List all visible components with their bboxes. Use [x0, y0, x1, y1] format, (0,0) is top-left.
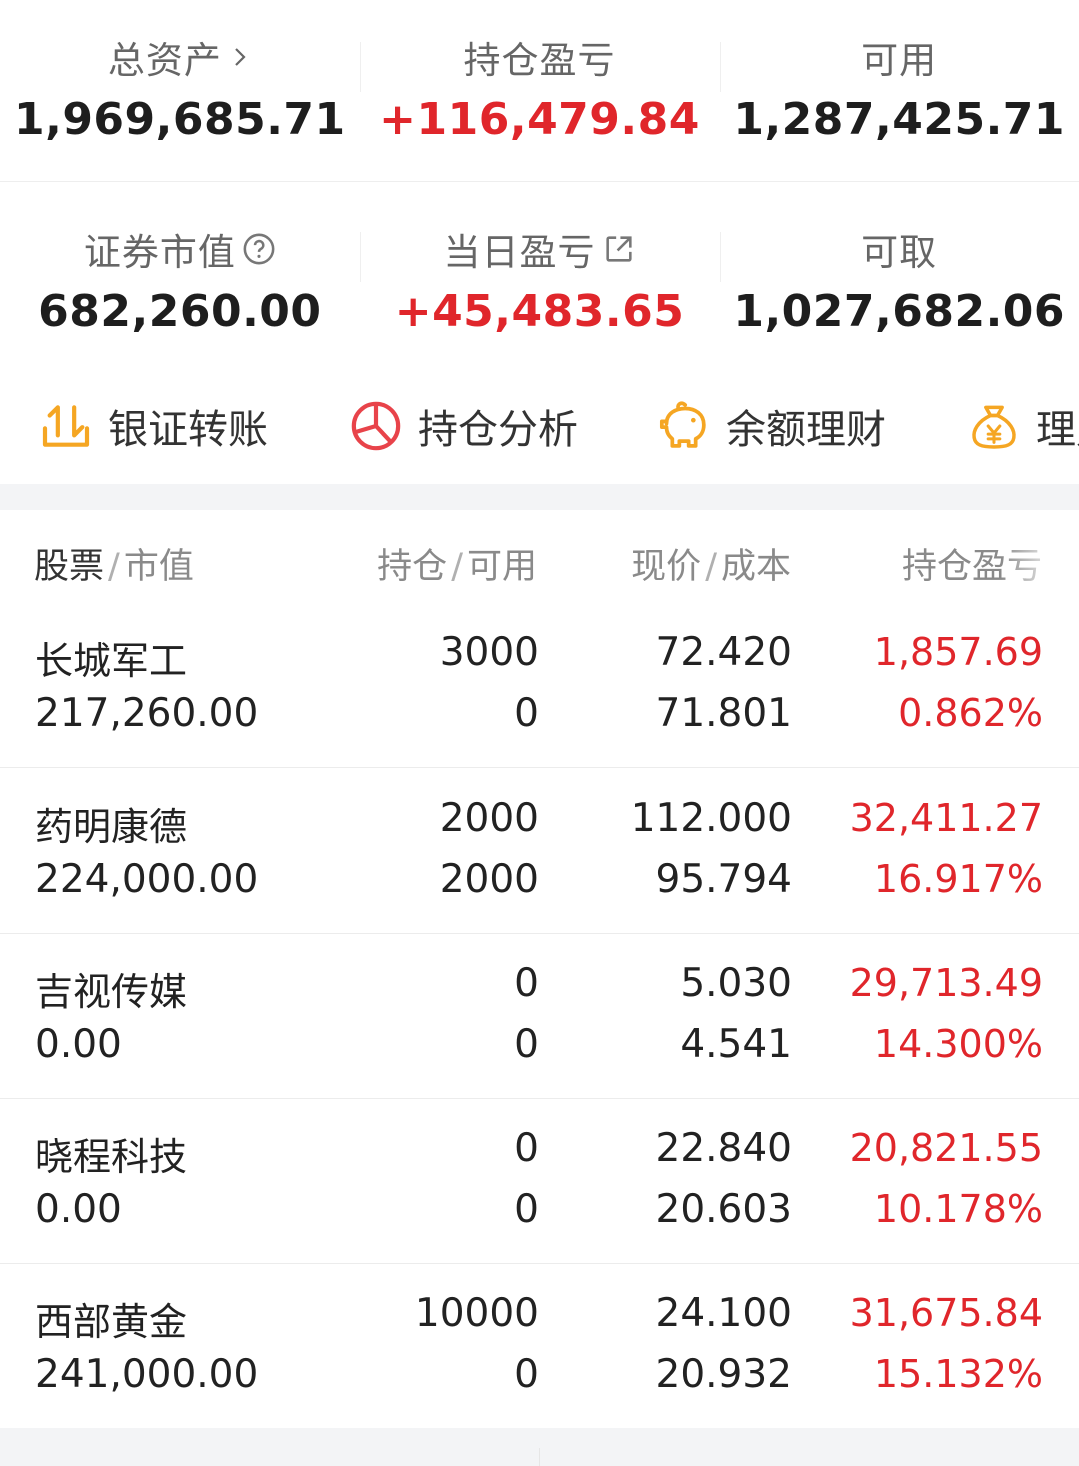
summary-row-1: 总资产 1,969,685.71 持仓盈亏 +116,479.84 可用 1,2… — [0, 0, 1079, 182]
available-value: 1,287,425.71 — [733, 94, 1066, 145]
daily-pnl-cell[interactable]: 当日盈亏 +45,483.65 — [360, 182, 720, 362]
withdrawable-label: 可取 — [861, 231, 938, 274]
stock-name: 吉视传媒 — [35, 970, 188, 1014]
table-row[interactable]: 晓程科技 0.00 0 0 22.840 20.603 20,821.55 10… — [0, 1098, 1079, 1264]
table-row[interactable]: 药明康德 224,000.00 2000 2000 112.000 95.794… — [0, 768, 1079, 934]
stock-cost: 20.932 — [655, 1352, 792, 1397]
table-row[interactable]: 西部黄金 241,000.00 10000 0 24.100 20.932 31… — [0, 1263, 1079, 1429]
stock-pnl: 31,675.84 — [849, 1291, 1043, 1335]
stock-available: 0 — [514, 1022, 539, 1067]
divider — [720, 42, 721, 92]
pie-chart-icon — [351, 401, 401, 451]
header-price: 现价 / 成本 — [631, 547, 791, 587]
header-position: 持仓 / 可用 — [377, 547, 537, 587]
stock-cost: 71.801 — [655, 691, 792, 736]
transfer-icon — [42, 405, 90, 447]
total-assets-value: 1,969,685.71 — [13, 94, 346, 145]
stock-cost: 20.603 — [655, 1187, 792, 1232]
bank-transfer-button[interactable]: 银证转账 — [38, 396, 268, 456]
stock-position: 0 — [514, 961, 539, 1006]
stock-price: 112.000 — [630, 796, 792, 841]
stock-cost: 95.794 — [655, 857, 792, 902]
stock-available: 0 — [514, 1187, 539, 1232]
stock-pnl: 29,713.49 — [849, 961, 1043, 1005]
stock-market-value: 217,260.00 — [35, 691, 259, 736]
summary-row-2: 证券市值 682,260.00 当日盈亏 +45,483.65 可取 1,027… — [0, 182, 1079, 362]
help-icon[interactable] — [242, 232, 276, 266]
action-bar: 银证转账 持仓分析 余额理财 理财 — [0, 362, 1079, 484]
position-pnl-value: +116,479.84 — [379, 94, 700, 145]
account-page: 总资产 1,969,685.71 持仓盈亏 +116,479.84 可用 1,2… — [0, 0, 1079, 1466]
position-analysis-label: 持仓分析 — [418, 407, 578, 453]
stock-price: 72.420 — [655, 630, 792, 675]
section-gap — [0, 484, 1079, 510]
stock-available: 0 — [514, 691, 539, 736]
stock-pnl-percent: 14.300% — [873, 1022, 1043, 1066]
stock-name: 长城军工 — [35, 639, 188, 683]
money-bag-icon — [972, 405, 1016, 449]
market-value-cell: 证券市值 682,260.00 — [0, 182, 360, 362]
stock-pnl-percent: 10.178% — [873, 1187, 1043, 1231]
stock-position: 2000 — [439, 796, 539, 841]
stock-pnl: 20,821.55 — [849, 1126, 1043, 1170]
stock-price: 22.840 — [655, 1126, 792, 1171]
stock-price: 24.100 — [655, 1291, 792, 1336]
total-assets-cell[interactable]: 总资产 1,969,685.71 — [0, 0, 360, 181]
position-analysis-button[interactable]: 持仓分析 — [348, 396, 578, 456]
wealth-management-label: 理财 — [1036, 407, 1079, 453]
stock-pnl-percent: 0.862% — [898, 691, 1043, 735]
withdrawable-cell: 可取 1,027,682.06 — [719, 182, 1079, 362]
position-pnl-label: 持仓盈亏 — [463, 39, 616, 82]
market-value-value: 682,260.00 — [38, 286, 322, 337]
balance-wealth-label: 余额理财 — [726, 407, 886, 453]
stock-pnl-percent: 16.917% — [873, 857, 1043, 901]
daily-pnl-value: +45,483.65 — [394, 286, 685, 337]
header-fade — [1000, 520, 1079, 600]
stock-pnl-percent: 15.132% — [873, 1352, 1043, 1396]
header-stock: 股票 / 市值 — [34, 547, 194, 587]
stock-market-value: 0.00 — [35, 1022, 122, 1067]
stock-name: 晓程科技 — [35, 1135, 188, 1179]
wealth-management-button[interactable]: 理财 — [966, 396, 1079, 456]
stock-price: 5.030 — [680, 961, 792, 1006]
table-row[interactable]: 长城军工 217,260.00 3000 0 72.420 71.801 1,8… — [0, 602, 1079, 768]
stock-pnl: 32,411.27 — [849, 796, 1043, 840]
divider — [720, 232, 721, 282]
stock-available: 2000 — [439, 857, 539, 902]
stock-position: 3000 — [439, 630, 539, 675]
bank-transfer-label: 银证转账 — [108, 407, 268, 453]
stock-market-value: 0.00 — [35, 1187, 122, 1232]
stock-market-value: 224,000.00 — [35, 857, 259, 902]
stock-pnl: 1,857.69 — [873, 630, 1043, 674]
divider — [360, 42, 361, 92]
stock-cost: 4.541 — [680, 1022, 792, 1067]
stock-position: 10000 — [414, 1291, 539, 1336]
balance-wealth-button[interactable]: 余额理财 — [656, 396, 886, 456]
stock-market-value: 241,000.00 — [35, 1352, 259, 1397]
table-row[interactable]: 吉视传媒 0.00 0 0 5.030 4.541 29,713.49 14.3… — [0, 933, 1079, 1099]
external-link-icon[interactable] — [602, 232, 636, 266]
stock-available: 0 — [514, 1352, 539, 1397]
divider — [360, 232, 361, 282]
footer-divider — [539, 1448, 540, 1466]
stock-name: 西部黄金 — [35, 1300, 188, 1344]
total-assets-label: 总资产 — [107, 39, 222, 82]
stock-position: 0 — [514, 1126, 539, 1171]
positions-table-header: 股票 / 市值 持仓 / 可用 现价 / 成本 持仓盈亏 — [0, 510, 1079, 602]
chevron-right-icon — [235, 48, 246, 66]
piggy-bank-icon — [659, 401, 706, 448]
stock-name: 药明康德 — [35, 805, 188, 849]
daily-pnl-label: 当日盈亏 — [443, 231, 596, 274]
position-pnl-cell: 持仓盈亏 +116,479.84 — [360, 0, 720, 181]
withdrawable-value: 1,027,682.06 — [733, 286, 1066, 337]
available-cell: 可用 1,287,425.71 — [719, 0, 1079, 181]
available-label: 可用 — [861, 39, 938, 82]
market-value-label: 证券市值 — [83, 231, 236, 274]
